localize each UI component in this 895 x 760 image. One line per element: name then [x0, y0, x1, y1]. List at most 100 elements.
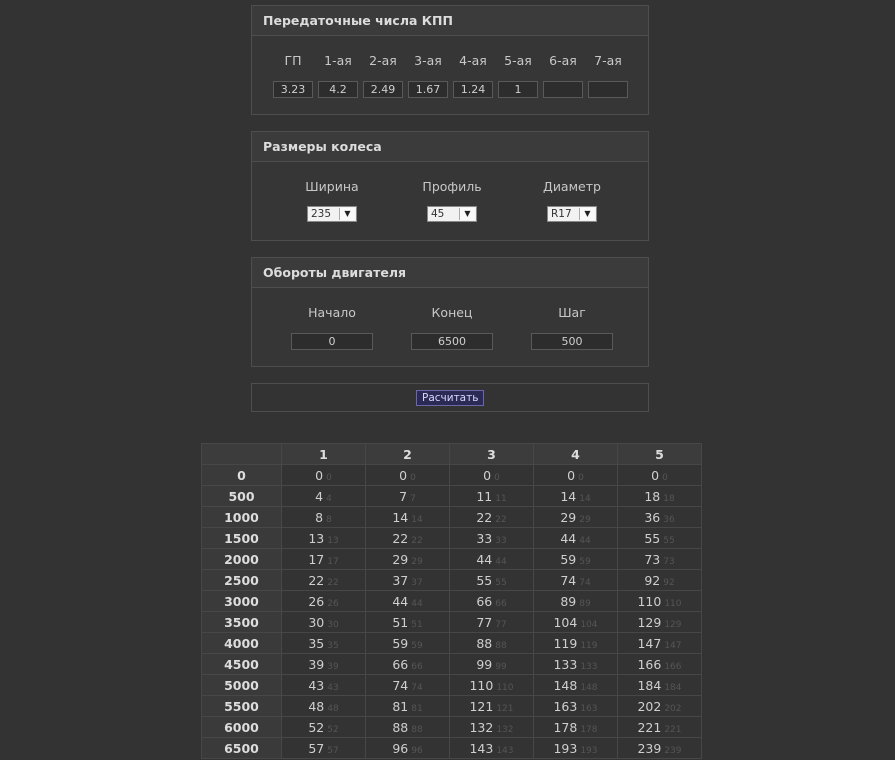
speed-cell: 00	[365, 464, 450, 486]
gear-label-1: 1-ая	[324, 53, 352, 68]
speed-value-secondary: 148	[580, 682, 598, 693]
speed-value-secondary: 221	[664, 724, 682, 735]
speed-value: 143	[469, 740, 494, 756]
speed-cell: 22 22	[365, 527, 450, 549]
speed-cell: 59 59	[365, 632, 450, 654]
rpm-row-header: 2000	[201, 548, 282, 570]
gear-input-1[interactable]: 4.2	[318, 81, 358, 98]
speed-cell: 13 13	[281, 527, 366, 549]
speed-cell: 184 184	[617, 674, 702, 696]
chevron-down-icon: ▼	[339, 208, 355, 220]
gear-input-final[interactable]: 3.23	[273, 81, 313, 98]
gear-input-3[interactable]: 1.67	[408, 81, 448, 98]
speed-value-secondary: 184	[664, 682, 682, 693]
speed-value: 132	[469, 719, 494, 735]
speed-cell: 59 59	[533, 548, 618, 570]
speed-value-secondary: 14	[411, 514, 423, 525]
engine-rpm-title: Обороты двигателя	[252, 258, 648, 288]
gear-input-2[interactable]: 2.49	[363, 81, 403, 98]
speed-value-secondary: 36	[663, 514, 675, 525]
speed-cell: 96 96	[365, 737, 450, 759]
speed-value-secondary: 22	[411, 535, 423, 546]
rpm-row-header: 4500	[201, 653, 282, 675]
speed-cell: 163 163	[533, 695, 618, 717]
gear-label-5: 5-ая	[504, 53, 532, 68]
speed-value: 22	[476, 509, 493, 525]
speed-value-secondary: 0	[578, 472, 584, 483]
speed-value-secondary: 33	[495, 535, 507, 546]
gear-input-6[interactable]	[543, 81, 583, 98]
speed-value: 110	[469, 677, 494, 693]
speed-value-secondary: 110	[496, 682, 514, 693]
table-row: 1000 8 8 14 14 22 22 29 29 36 36	[201, 506, 702, 528]
calculate-button[interactable]: Расчитать	[416, 390, 485, 406]
rpm-row-header: 1000	[201, 506, 282, 528]
gear-column-header: 1	[281, 443, 366, 465]
speed-value: 66	[392, 656, 409, 672]
speed-value: 0	[399, 467, 408, 483]
speed-value-secondary: 202	[664, 703, 682, 714]
speed-value-secondary: 22	[327, 577, 339, 588]
speed-value-secondary: 133	[580, 661, 598, 672]
speed-value-secondary: 0	[494, 472, 500, 483]
speed-value-secondary: 74	[411, 682, 423, 693]
speed-value-secondary: 193	[580, 745, 598, 756]
width-select[interactable]: 235 ▼	[307, 206, 357, 222]
speed-value: 44	[560, 530, 577, 546]
rpm-end-input[interactable]: 6500	[411, 333, 493, 350]
speed-value-secondary: 22	[495, 514, 507, 525]
speed-value-secondary: 51	[411, 619, 423, 630]
rpm-step-input[interactable]: 500	[531, 333, 613, 350]
speed-value-secondary: 14	[579, 493, 591, 504]
speed-value-secondary: 59	[411, 640, 423, 651]
speed-value-secondary: 0	[662, 472, 668, 483]
speed-value: 35	[308, 635, 325, 651]
speed-cell: 48 48	[281, 695, 366, 717]
speed-value: 0	[651, 467, 660, 483]
speed-value-secondary: 29	[579, 514, 591, 525]
diameter-select[interactable]: R17 ▼	[547, 206, 597, 222]
speed-value-secondary: 110	[664, 598, 682, 609]
speed-value: 178	[553, 719, 578, 735]
speed-cell: 51 51	[365, 611, 450, 633]
speed-value: 99	[476, 656, 493, 672]
speed-value: 74	[560, 572, 577, 588]
speed-value: 202	[637, 698, 662, 714]
speed-value-secondary: 39	[327, 661, 339, 672]
table-row: 5000 43 43 74 74 110 110 148 148 184 184	[201, 674, 702, 696]
table-row: 6000 52 52 88 88 132 132 178 178 221 221	[201, 716, 702, 738]
speed-value-secondary: 89	[579, 598, 591, 609]
speed-value-secondary: 44	[411, 598, 423, 609]
table-header-row: 12345	[201, 443, 702, 465]
profile-select[interactable]: 45 ▼	[427, 206, 477, 222]
table-row: 1500 13 13 22 22 33 33 44 44 55 55	[201, 527, 702, 549]
speed-value: 14	[392, 509, 409, 525]
speed-value: 121	[469, 698, 494, 714]
speed-value: 14	[560, 488, 577, 504]
speed-value-secondary: 66	[495, 598, 507, 609]
speed-value-secondary: 88	[495, 640, 507, 651]
speed-cell: 193 193	[533, 737, 618, 759]
speed-value: 88	[476, 635, 493, 651]
speed-value: 37	[392, 572, 409, 588]
speed-cell: 129 129	[617, 611, 702, 633]
rpm-start-input[interactable]: 0	[291, 333, 373, 350]
speed-value: 17	[308, 551, 325, 567]
speed-cell: 44 44	[449, 548, 534, 570]
speed-cell: 73 73	[617, 548, 702, 570]
speed-cell: 239 239	[617, 737, 702, 759]
speed-value-secondary: 43	[327, 682, 339, 693]
chevron-down-icon: ▼	[459, 208, 475, 220]
speed-value: 0	[567, 467, 576, 483]
speed-cell: 30 30	[281, 611, 366, 633]
speed-value: 39	[308, 656, 325, 672]
rpm-start-group: Начало 0	[272, 305, 392, 350]
gear-input-7[interactable]	[588, 81, 628, 98]
speed-value-secondary: 163	[580, 703, 598, 714]
speed-value-secondary: 59	[579, 556, 591, 567]
speed-cell: 74 74	[533, 569, 618, 591]
gear-input-4[interactable]: 1.24	[453, 81, 493, 98]
gear-input-5[interactable]: 1	[498, 81, 538, 98]
speed-value: 104	[553, 614, 578, 630]
speed-cell: 81 81	[365, 695, 450, 717]
